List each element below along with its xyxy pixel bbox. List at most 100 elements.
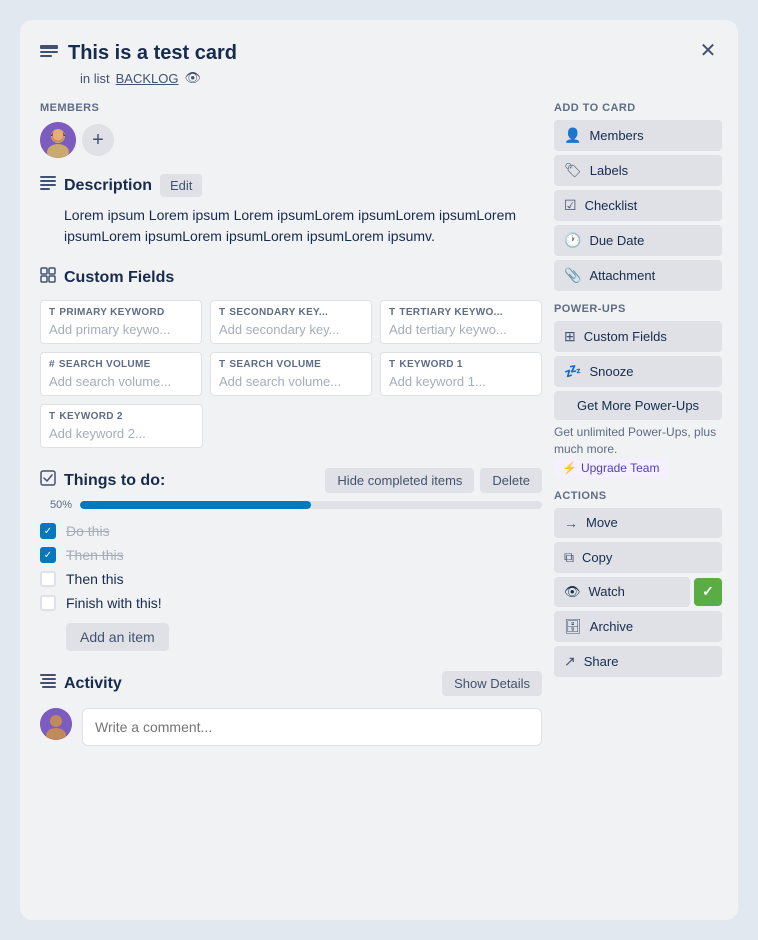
cf-field-search-volume-1[interactable]: # SEARCH VOLUME Add search volume...	[40, 352, 202, 396]
cf-value-tertiary: Add tertiary keywo...	[389, 322, 533, 337]
close-icon: ✕	[700, 38, 717, 63]
power-ups-label: POWER-UPS	[554, 303, 722, 315]
paperclip-icon: 📎	[564, 267, 581, 284]
watch-active-indicator[interactable]	[694, 578, 722, 606]
actions-section: ACTIONS → Move ⧉ Copy 👁 Watch	[554, 490, 722, 677]
cf-label-sv2: T SEARCH VOLUME	[219, 359, 363, 370]
upgrade-icon: ⚡	[562, 461, 577, 475]
checklist-items: Do this Then this Then this Finish with …	[40, 519, 542, 615]
custom-fields-section: Custom Fields T PRIMARY KEYWORD Add prim…	[40, 267, 542, 448]
cf-type-icon: T	[49, 411, 55, 422]
add-member-button[interactable]: +	[82, 124, 114, 156]
upgrade-team-button[interactable]: ⚡ Upgrade Team	[554, 458, 667, 478]
custom-fields-grid: T PRIMARY KEYWORD Add primary keywo... T…	[40, 300, 542, 396]
card-icon	[40, 43, 58, 64]
progress-bar-background	[80, 501, 542, 509]
cf-type-icon: #	[49, 359, 55, 370]
comment-row	[40, 708, 542, 746]
checklist-item: Then this	[40, 567, 542, 591]
cf-field-primary-keyword[interactable]: T PRIMARY KEYWORD Add primary keywo...	[40, 300, 202, 344]
cf-type-icon: T	[49, 307, 55, 318]
copy-icon: ⧉	[564, 549, 574, 566]
description-title: Description	[64, 177, 152, 195]
get-more-power-ups-button[interactable]: Get More Power-Ups	[554, 391, 722, 420]
left-panel: MEMBERS +	[40, 102, 542, 746]
eye-icon: 👁	[564, 584, 581, 600]
progress-percentage: 50%	[40, 499, 72, 511]
upgrade-box: Get unlimited Power-Ups, plus much more.…	[554, 424, 722, 478]
item-text-3: Then this	[66, 571, 124, 587]
list-name-link[interactable]: BACKLOG	[116, 71, 179, 86]
add-item-button[interactable]: Add an item	[66, 623, 169, 651]
checkbox-3[interactable]	[40, 571, 56, 587]
watch-row: 👁 Watch	[554, 577, 722, 607]
checkbox-2[interactable]	[40, 547, 56, 563]
description-icon	[40, 176, 56, 195]
item-text-2: Then this	[66, 547, 124, 563]
archive-button[interactable]: 🗄 Archive	[554, 611, 722, 642]
cf-field-keyword2[interactable]: T KEYWORD 2 Add keyword 2...	[40, 404, 203, 448]
cf-type-icon: T	[389, 359, 395, 370]
hide-completed-button[interactable]: Hide completed items	[325, 468, 474, 493]
card-modal: This is a test card in list BACKLOG 👁 ✕ …	[20, 20, 738, 920]
show-details-button[interactable]: Show Details	[442, 671, 542, 696]
members-row: +	[40, 122, 542, 158]
close-button[interactable]: ✕	[692, 34, 724, 66]
snooze-icon: 💤	[564, 363, 581, 380]
activity-title: Activity	[64, 675, 434, 693]
modal-header: This is a test card	[40, 40, 722, 66]
main-content: MEMBERS +	[40, 102, 722, 746]
cf-label-kw2: T KEYWORD 2	[49, 411, 194, 422]
activity-section: Activity Show Details	[40, 671, 542, 746]
progress-bar-fill	[80, 501, 311, 509]
members-label: MEMBERS	[40, 102, 542, 114]
in-list-text: in list	[80, 71, 110, 86]
attachment-button[interactable]: 📎 Attachment	[554, 260, 722, 291]
members-section: MEMBERS +	[40, 102, 542, 158]
cf-value-sv2: Add search volume...	[219, 374, 363, 389]
power-ups-section: POWER-UPS ⊞ Custom Fields 💤 Snooze Get M…	[554, 303, 722, 478]
item-text-1: Do this	[66, 523, 110, 539]
custom-fields-icon-right: ⊞	[564, 328, 576, 345]
description-section: Description Edit Lorem ipsum Lorem ipsum…	[40, 174, 542, 247]
clock-icon: 🕐	[564, 232, 581, 249]
custom-fields-power-up-button[interactable]: ⊞ Custom Fields	[554, 321, 722, 352]
checklist-icon	[40, 470, 56, 491]
labels-button[interactable]: 🏷 Labels	[554, 155, 722, 186]
cf-field-keyword1[interactable]: T KEYWORD 1 Add keyword 1...	[380, 352, 542, 396]
add-to-card-label: ADD TO CARD	[554, 102, 722, 114]
item-text-4: Finish with this!	[66, 595, 162, 611]
delete-checklist-button[interactable]: Delete	[480, 468, 542, 493]
checklist-actions: Hide completed items Delete	[325, 468, 542, 493]
checkbox-4[interactable]	[40, 595, 56, 611]
due-date-button[interactable]: 🕐 Due Date	[554, 225, 722, 256]
checklist-button[interactable]: ☑ Checklist	[554, 190, 722, 221]
comment-input[interactable]	[82, 708, 542, 746]
edit-description-button[interactable]: Edit	[160, 174, 202, 197]
cf-label-tertiary: T TERTIARY KEYWO...	[389, 307, 533, 318]
cf-keyword2-row: T KEYWORD 2 Add keyword 2...	[40, 404, 207, 448]
label-icon: 🏷	[564, 162, 582, 179]
cf-type-icon: T	[389, 307, 395, 318]
move-button[interactable]: → Move	[554, 508, 722, 538]
avatar[interactable]	[40, 122, 76, 158]
activity-header: Activity Show Details	[40, 671, 542, 696]
card-title: This is a test card	[68, 40, 237, 66]
watch-button[interactable]: 👁 Watch	[554, 577, 690, 607]
description-text: Lorem ipsum Lorem ipsum Lorem ipsumLorem…	[64, 205, 542, 247]
person-icon: 👤	[564, 127, 581, 144]
cf-field-secondary-keyword[interactable]: T SECONDARY KEY... Add secondary key...	[210, 300, 372, 344]
share-button[interactable]: ↗ Share	[554, 646, 722, 677]
cf-field-search-volume-2[interactable]: T SEARCH VOLUME Add search volume...	[210, 352, 372, 396]
cf-label-sv1: # SEARCH VOLUME	[49, 359, 193, 370]
archive-icon: 🗄	[564, 618, 582, 635]
user-avatar-small	[40, 708, 72, 740]
custom-fields-header: Custom Fields	[40, 267, 542, 288]
cf-value-primary: Add primary keywo...	[49, 322, 193, 337]
cf-field-tertiary-keyword[interactable]: T TERTIARY KEYWO... Add tertiary keywo..…	[380, 300, 542, 344]
copy-button[interactable]: ⧉ Copy	[554, 542, 722, 573]
cf-type-icon: T	[219, 359, 225, 370]
snooze-button[interactable]: 💤 Snooze	[554, 356, 722, 387]
checkbox-1[interactable]	[40, 523, 56, 539]
members-button[interactable]: 👤 Members	[554, 120, 722, 151]
